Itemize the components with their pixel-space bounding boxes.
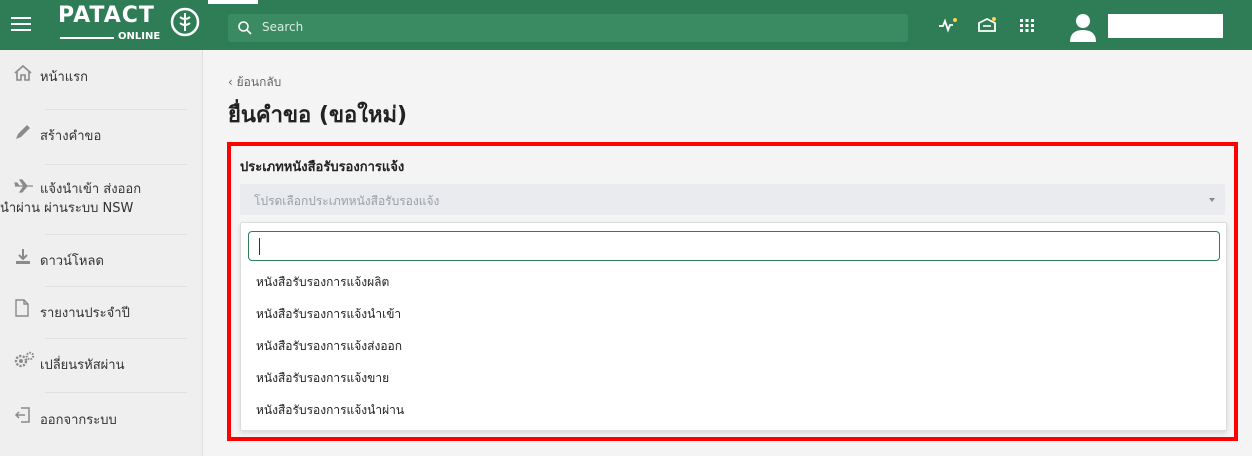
sidebar-item-label: หน้าแรก [40,70,88,85]
airplane-icon [14,179,33,193]
logo-text: PATACT [58,3,155,28]
sidebar: หน้าแรก สร้างคำขอ แจ้งนำเข้า ส่งออก นำผ่… [0,50,203,456]
hamburger-menu-icon[interactable] [10,13,32,35]
logout-icon [14,407,30,423]
dropdown-option[interactable]: หนังสือรับรองการแจ้งนำเข้า [241,297,1226,329]
dropdown-option[interactable]: หนังสือรับรองการแจ้งขาย [241,361,1226,393]
sidebar-item-label: รายงานประจำปี [40,306,130,321]
sidebar-item-nsw[interactable]: แจ้งนำเข้า ส่งออก นำผ่าน ผ่านระบบ NSW [0,176,203,222]
notification-icon[interactable] [976,14,998,36]
dropdown-option[interactable]: หนังสือรับรองการแจ้งนำผ่าน [241,393,1226,425]
sidebar-item-label: เปลี่ยนรหัสผ่าน [40,358,125,373]
dropdown-option[interactable]: หนังสือรับรองการแจ้งส่งออก [241,329,1226,361]
sidebar-item-label: ดาวน์โหลด [40,254,104,269]
sidebar-item-label: ออกจากระบบ [40,413,117,428]
pencil-icon [16,125,30,139]
certificate-type-label: ประเภทหนังสือรับรองการแจ้ง [240,160,405,175]
chevron-left-icon: ‹ [228,75,237,89]
sidebar-divider [45,109,187,110]
logo-subtitle: ONLINE [118,31,161,42]
dropdown-option[interactable]: หนังสือรับรองการแจ้งผลิต [241,265,1226,297]
app-logo[interactable]: PATACT ONLINE [58,3,204,47]
sidebar-item-logout[interactable]: ออกจากระบบ [0,406,203,446]
user-avatar-icon[interactable] [1066,10,1100,44]
page-title: ยื่นคำขอ (ขอใหม่) [228,103,408,128]
chevron-down-icon [1209,198,1215,202]
sidebar-item-download[interactable]: ดาวน์โหลด [0,246,203,286]
logo-seal-icon [170,7,200,37]
sidebar-item-annual-report[interactable]: รายงานประจำปี [0,298,203,338]
top-tab-notch [208,0,258,4]
sidebar-item-change-password[interactable]: เปลี่ยนรหัสผ่าน [0,350,203,390]
sidebar-item-home[interactable]: หน้าแรก [0,62,203,102]
sidebar-divider [45,164,187,165]
gears-icon [14,351,35,368]
dropdown-search-input[interactable] [248,231,1220,261]
text-cursor [259,238,260,255]
sidebar-divider [45,338,187,339]
search-icon [238,21,252,35]
certificate-type-select[interactable]: โปรดเลือกประเภทหนังสือรับรองแจ้ง [240,184,1225,215]
search-bar[interactable]: Search [228,14,908,42]
sidebar-divider [45,286,187,287]
home-icon [14,65,32,81]
sidebar-item-label: สร้างคำขอ [40,129,102,144]
apps-grid-icon[interactable] [1016,14,1038,36]
download-icon [16,249,30,264]
back-label: ย้อนกลับ [236,75,282,89]
sidebar-item-label-line2: นำผ่าน ผ่านระบบ NSW [0,201,134,216]
search-placeholder: Search [262,20,304,34]
logo-underline [60,37,114,39]
sidebar-divider [45,234,187,235]
back-link[interactable]: ‹ ย้อนกลับ [228,73,281,92]
sidebar-divider [45,392,187,393]
activity-icon[interactable] [937,14,959,36]
top-navbar: PATACT ONLINE Search [0,0,1252,50]
certificate-type-dropdown: หนังสือรับรองการแจ้งผลิต หนังสือรับรองกา… [240,222,1227,431]
document-icon [15,299,29,317]
user-name-box[interactable] [1108,14,1223,38]
sidebar-item-create-request[interactable]: สร้างคำขอ [0,120,203,160]
select-placeholder: โปรดเลือกประเภทหนังสือรับรองแจ้ง [254,194,440,208]
sidebar-item-label: แจ้งนำเข้า ส่งออก [40,182,142,197]
